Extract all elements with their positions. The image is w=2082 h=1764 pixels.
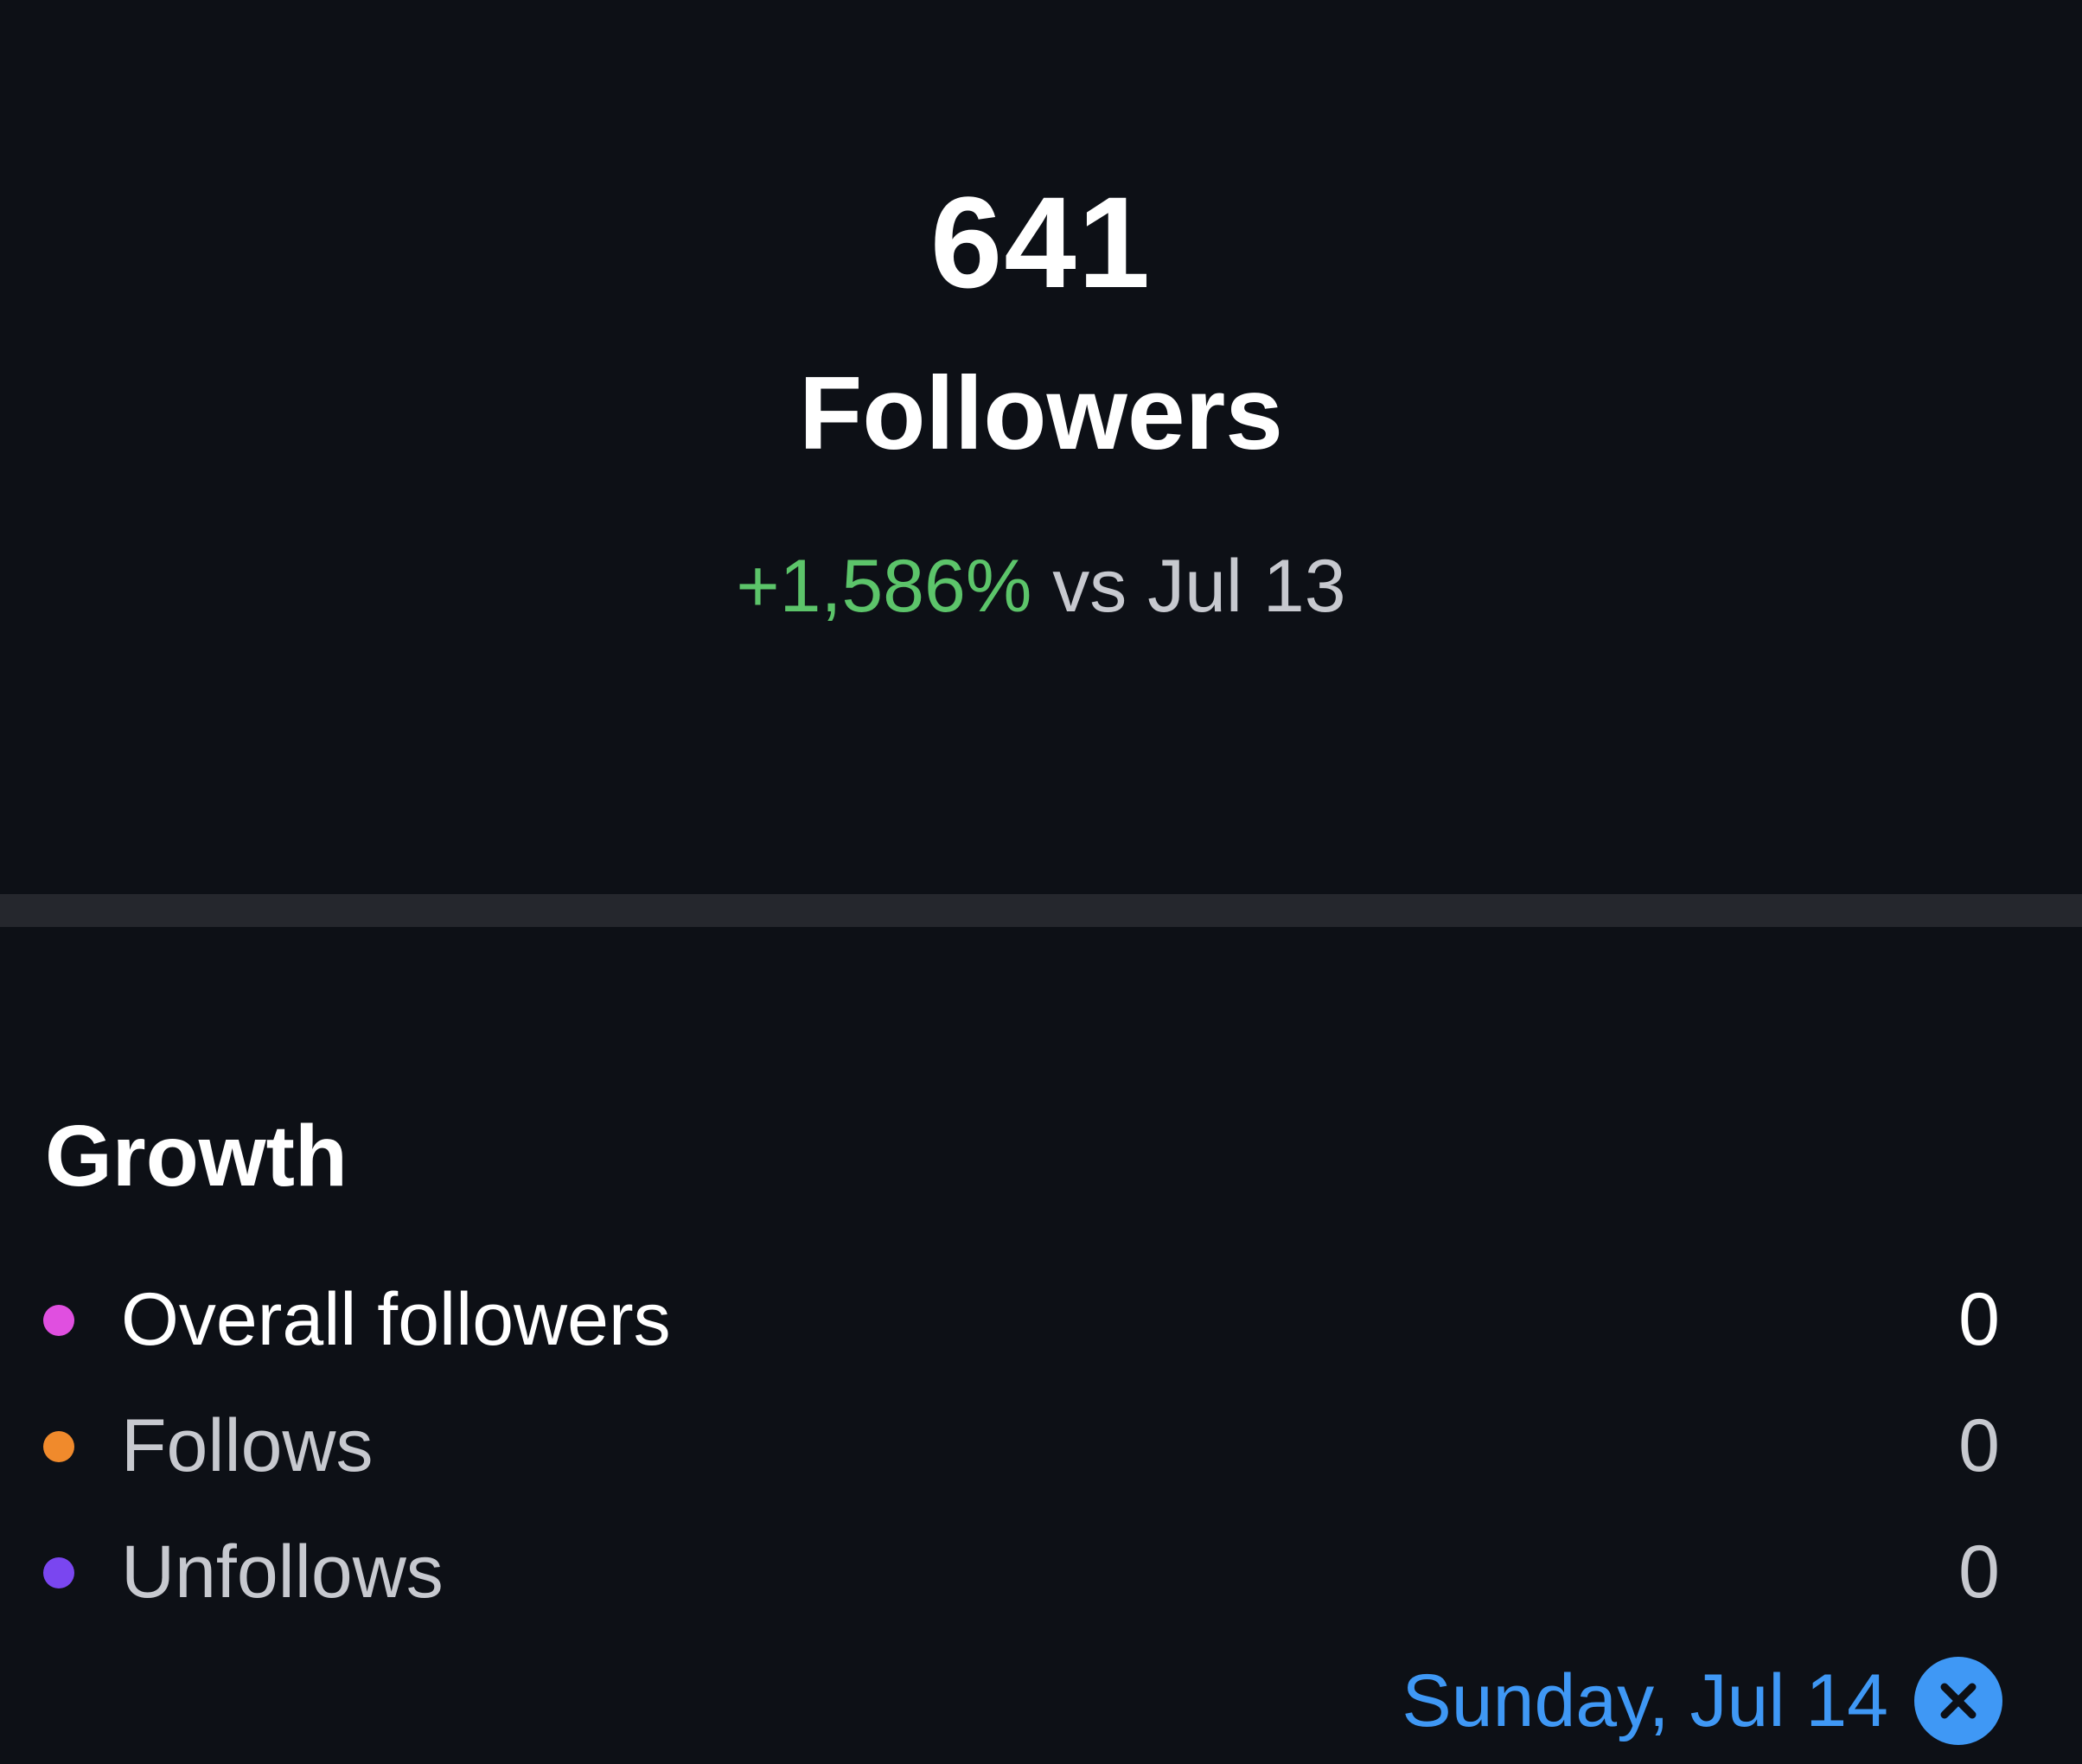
- selected-date-chip: Sunday, Jul 14: [1402, 1653, 2002, 1748]
- unfollows-dot-icon: [43, 1557, 74, 1588]
- legend-value: 0: [1958, 1531, 2000, 1614]
- close-icon: [1940, 1683, 1977, 1719]
- legend-label: Follows: [121, 1404, 374, 1487]
- clear-date-button[interactable]: [1914, 1657, 2002, 1745]
- legend-row-follows[interactable]: Follows 0: [0, 1394, 2082, 1498]
- follows-dot-icon: [43, 1431, 74, 1462]
- selected-date-label: Sunday, Jul 14: [1402, 1659, 1888, 1742]
- growth-title: Growth: [45, 1108, 348, 1205]
- followers-summary: 641 Followers +1,586% vs Jul 13: [0, 0, 2082, 894]
- legend-value: 0: [1958, 1278, 2000, 1361]
- followers-insights-screen: 641 Followers +1,586% vs Jul 13 Growth O…: [0, 0, 2082, 1764]
- legend-value: 0: [1958, 1404, 2000, 1487]
- followers-count: 641: [929, 169, 1153, 315]
- followers-change: +1,586% vs Jul 13: [0, 543, 2082, 630]
- section-divider: [0, 894, 2082, 927]
- change-percent: +1,586%: [736, 545, 1032, 628]
- legend-row-overall-followers[interactable]: Overall followers 0: [0, 1268, 2082, 1371]
- legend-label: Overall followers: [121, 1278, 671, 1361]
- legend-label: Unfollows: [121, 1531, 444, 1614]
- followers-label: Followers: [798, 355, 1284, 471]
- change-comparison: vs Jul 13: [1052, 545, 1346, 628]
- overall-followers-dot-icon: [43, 1305, 74, 1336]
- legend-row-unfollows[interactable]: Unfollows 0: [0, 1520, 2082, 1624]
